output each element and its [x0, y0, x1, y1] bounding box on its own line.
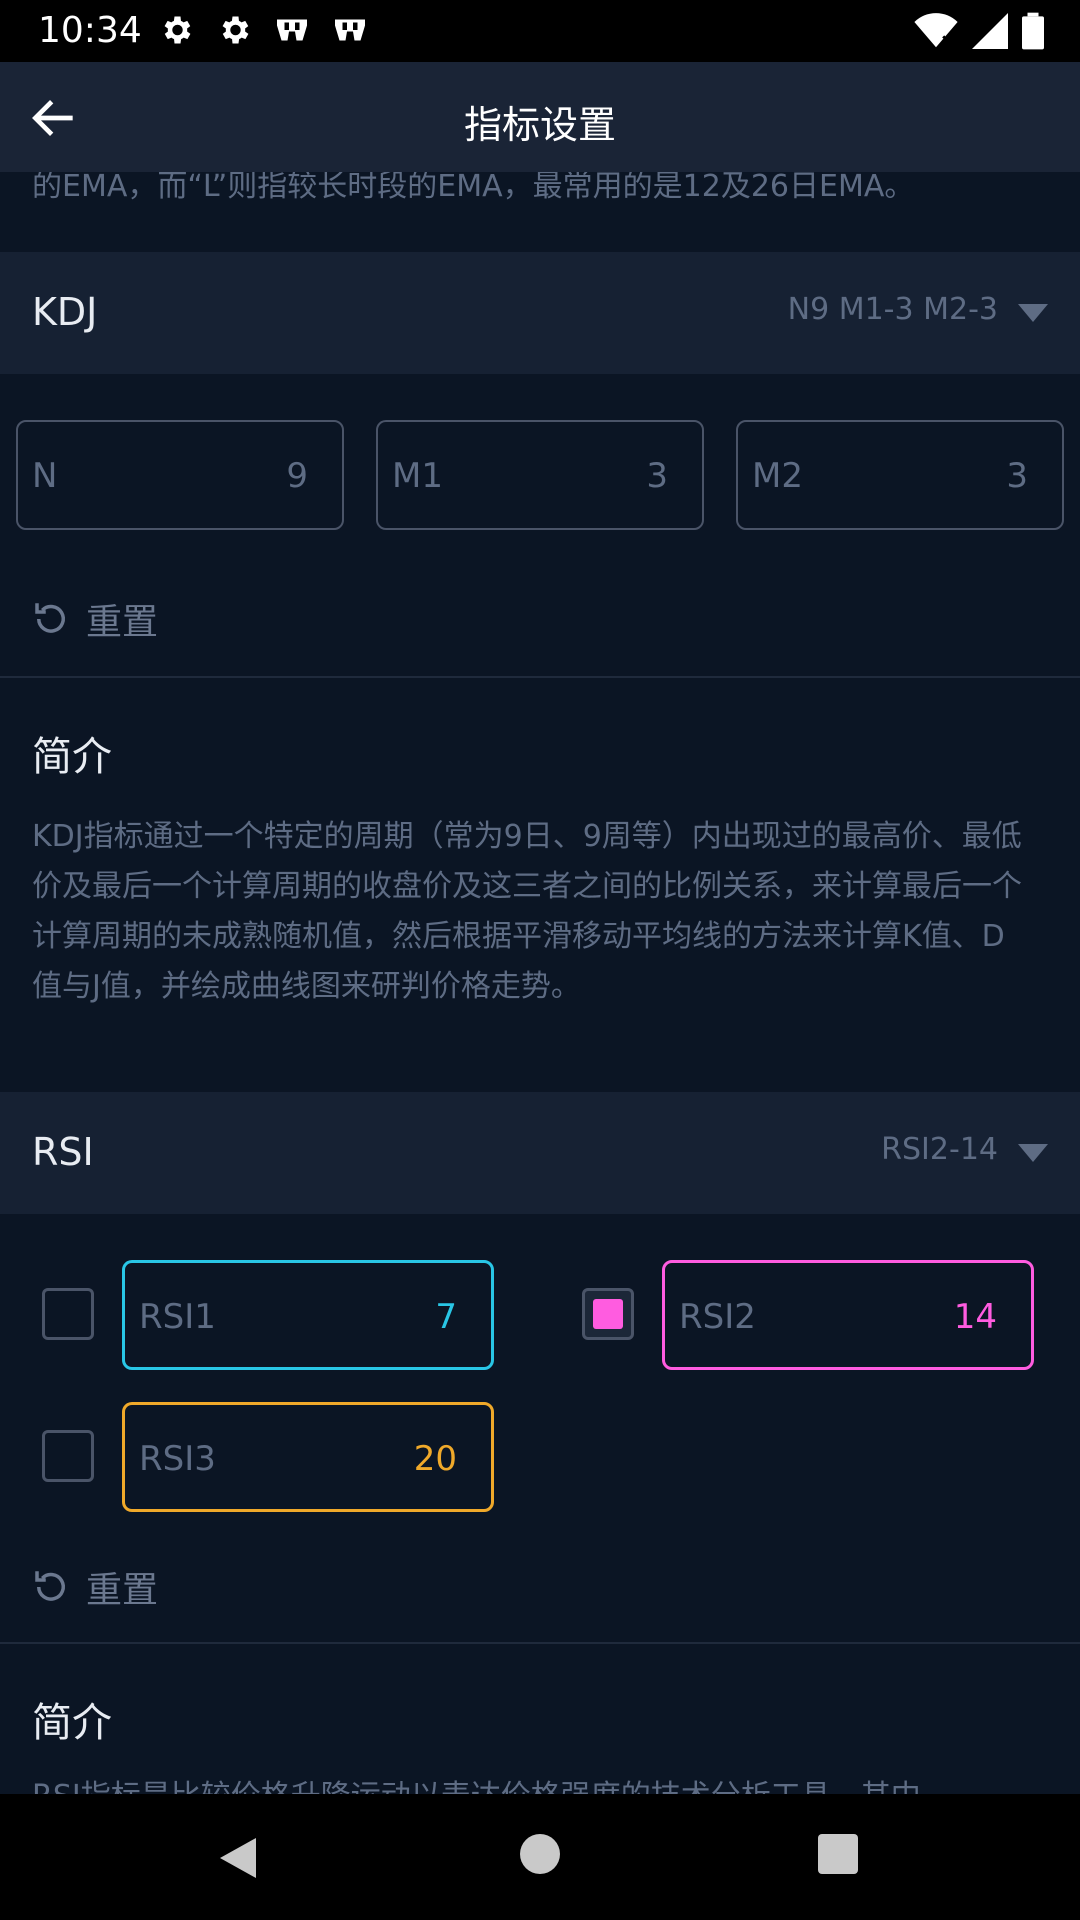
status-bar: 10:34	[0, 0, 1080, 62]
system-nav-bar	[0, 1794, 1080, 1920]
kdj-brief-title: 简介	[32, 734, 112, 780]
rsi1-input[interactable]: RSI1 7	[122, 1260, 494, 1370]
param-label: N	[32, 456, 58, 496]
kdj-m1-input[interactable]: M1 3	[376, 420, 704, 530]
rsi-section-title: RSI	[32, 1130, 94, 1174]
rsi3-input[interactable]: RSI3 20	[122, 1402, 494, 1512]
param-value: 3	[1006, 456, 1028, 496]
rsi2-checkbox[interactable]	[582, 1288, 634, 1340]
indicator-settings-list[interactable]: 的EMA，而“L”则指较长时段的EMA，最常用的是12及26日EMA。 KDJ …	[0, 172, 1080, 1794]
rsi2-input[interactable]: RSI2 14	[662, 1260, 1034, 1370]
param-value: 7	[435, 1297, 457, 1337]
param-label: RSI1	[139, 1297, 216, 1337]
rsi-reset-button[interactable]: 重置	[30, 1562, 158, 1612]
kdj-n-input[interactable]: N 9	[16, 420, 344, 530]
rsi-brief-text: RSI指标是比较价格升降运动以表达价格强度的技术分析工具，其中	[32, 1772, 1032, 1794]
battery-icon	[1022, 12, 1044, 50]
back-triangle-icon[interactable]	[216, 1834, 260, 1882]
reset-label: 重置	[86, 602, 159, 643]
kdj-param-summary: N9 M1-3 M2-3	[787, 292, 998, 327]
status-notification-icons	[158, 12, 368, 48]
previous-section-brief-text: 的EMA，而“L”则指较长时段的EMA，最常用的是12及26日EMA。	[32, 172, 915, 204]
app-badge-icon	[277, 19, 307, 41]
rsi-brief-title: 简介	[32, 1700, 112, 1746]
gear-icon	[222, 16, 249, 44]
reset-label: 重置	[86, 1570, 159, 1611]
kdj-m2-input[interactable]: M2 3	[736, 420, 1064, 530]
divider	[0, 676, 1080, 678]
status-system-icons	[914, 12, 1044, 50]
param-label: RSI3	[139, 1439, 216, 1479]
param-label: M1	[392, 456, 443, 496]
home-circle-icon[interactable]	[520, 1834, 560, 1874]
status-time: 10:34	[38, 10, 142, 51]
wifi-icon	[914, 13, 958, 48]
recents-square-icon[interactable]	[818, 1834, 858, 1874]
param-value: 3	[646, 456, 668, 496]
param-value: 14	[953, 1297, 997, 1337]
reset-icon	[35, 603, 65, 633]
kdj-reset-button[interactable]: 重置	[30, 594, 158, 644]
param-value: 9	[286, 456, 308, 496]
divider	[0, 1642, 1080, 1644]
rsi1-checkbox[interactable]	[42, 1288, 94, 1340]
caret-down-icon[interactable]	[1018, 1144, 1048, 1162]
gear-icon	[164, 16, 191, 44]
kdj-section-title: KDJ	[32, 290, 98, 334]
app-badge-icon	[335, 19, 365, 41]
caret-down-icon[interactable]	[1018, 304, 1048, 322]
checkbox-fill	[593, 1299, 623, 1329]
rsi-section-header[interactable]: RSI RSI2-14	[0, 1092, 1080, 1214]
app-bar: 指标设置	[0, 62, 1080, 172]
kdj-section-header[interactable]: KDJ N9 M1-3 M2-3	[0, 252, 1080, 374]
param-label: RSI2	[679, 1297, 756, 1337]
param-label: M2	[752, 456, 803, 496]
page-title: 指标设置	[463, 103, 616, 147]
rsi3-checkbox[interactable]	[42, 1430, 94, 1482]
rsi-param-summary: RSI2-14	[881, 1132, 998, 1167]
kdj-brief-text: KDJ指标通过一个特定的周期（常为9日、9周等）内出现过的最高价、最低价及最后一…	[32, 819, 1022, 1004]
param-value: 20	[413, 1439, 457, 1479]
reset-icon	[35, 1571, 65, 1601]
signal-icon	[972, 13, 1008, 49]
